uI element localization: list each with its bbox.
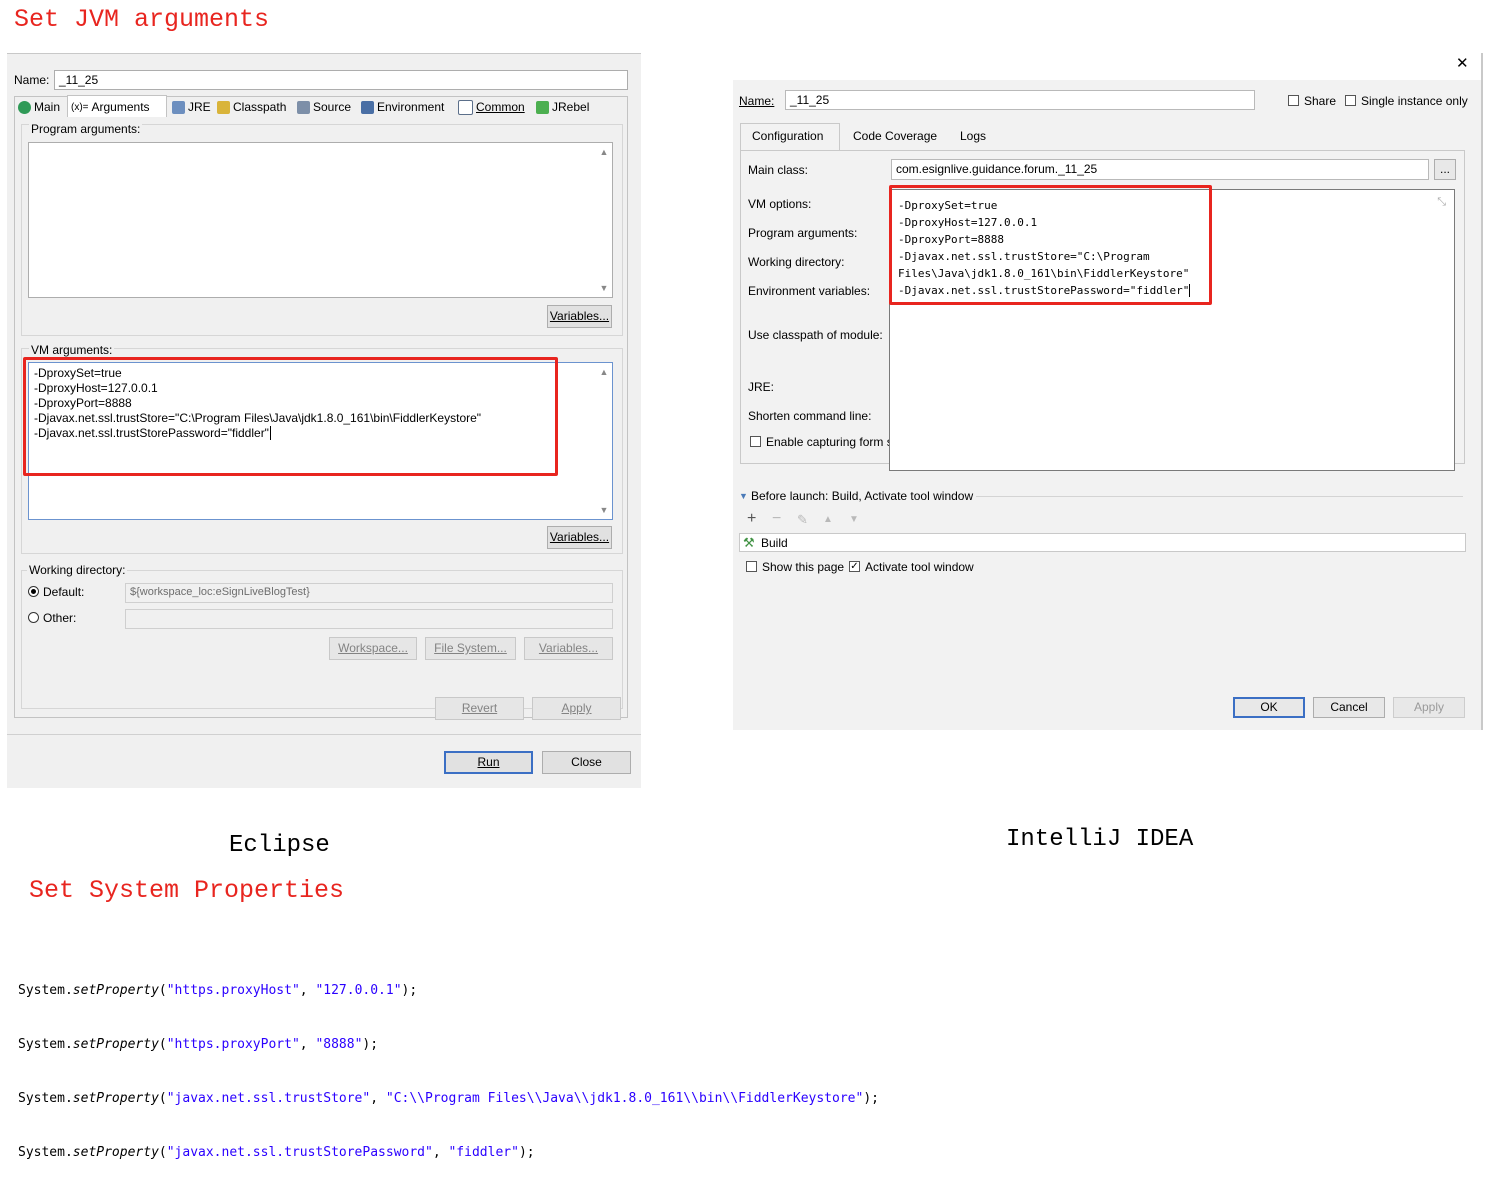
common-tab-icon [458,99,473,115]
code-line: System.setProperty("https.proxyHost", "1… [18,983,418,998]
tab-configuration[interactable]: Configuration [752,129,823,143]
intellij-caption: IntelliJ IDEA [1006,826,1194,853]
move-down-icon[interactable]: ▼ [849,514,859,525]
close-button[interactable]: Close [542,751,631,774]
working-dir-variables-button[interactable]: Variables... [524,637,613,660]
idea-name-label: Name: [739,94,775,108]
radio-dot [31,589,36,594]
expand-triangle-icon[interactable]: ▼ [739,491,748,501]
code-line: System.setProperty("javax.net.ssl.trustS… [18,1145,535,1160]
arguments-tab-icon: (x)= [71,101,89,113]
show-page-label: Show this page [762,560,845,574]
vm-options-label: VM options: [748,197,812,211]
default-working-dir-input: ${workspace_loc:eSignLiveBlogTest} [125,583,613,603]
file-system-button[interactable]: File System... [425,637,516,660]
main-tab-icon [18,100,31,114]
apply-button[interactable]: Apply [1393,697,1465,718]
tab-jre[interactable]: JRE [172,97,211,117]
eclipse-name-input[interactable]: _11_25 [54,70,628,90]
env-vars-label: Environment variables: [748,284,871,298]
default-radio-label: Default: [43,585,85,599]
code-snippet: System.setProperty("https.proxyHost", "1… [18,946,879,1180]
program-args-variables-button[interactable]: Variables... [547,305,612,328]
idea-name-input[interactable]: _11_25 [785,90,1255,110]
working-dir-label: Working directory: [748,255,845,269]
vm-args-variables-button[interactable]: Variables... [547,526,612,549]
eclipse-run-config-dialog: Name: _11_25 Main (x)= Arguments JRE Clas… [7,53,641,788]
other-radio[interactable] [28,612,39,623]
main-class-input[interactable]: com.esignlive.guidance.forum._11_25 [891,159,1429,180]
close-icon[interactable]: ✕ [1456,54,1469,72]
tab-source[interactable]: Source [297,97,351,117]
before-launch-list[interactable]: ⚒ Build [739,533,1466,552]
tab-classpath[interactable]: Classpath [217,97,286,117]
before-launch-label: Before launch: Build, Activate tool wind… [751,489,974,503]
enable-capturing-checkbox[interactable] [750,436,761,447]
dialog-border [1481,53,1483,730]
single-instance-label: Single instance only [1361,94,1468,108]
intellij-title-bar [733,53,1483,80]
other-working-dir-input[interactable] [125,609,613,629]
environment-tab-icon [361,100,374,114]
program-args-textarea[interactable]: ▲ ▼ [28,142,613,298]
ok-button[interactable]: OK [1233,697,1305,718]
vm-args-highlight-box [23,357,558,476]
jrebel-tab-icon [536,100,549,114]
main-class-browse-button[interactable]: ... [1434,159,1456,180]
code-line: System.setProperty("https.proxyPort", "8… [18,1037,379,1052]
scroll-up-icon[interactable]: ▲ [599,367,609,377]
show-page-checkbox[interactable] [746,561,757,572]
vm-args-label: VM arguments: [29,343,115,357]
classpath-tab-icon [217,100,230,114]
activate-tool-window-label: Activate tool window [865,560,974,574]
tab-code-coverage[interactable]: Code Coverage [853,129,937,143]
scroll-down-icon[interactable]: ▼ [599,283,609,293]
divider [976,496,1463,497]
eclipse-caption: Eclipse [229,832,330,859]
classpath-module-label: Use classpath of module: [748,328,883,342]
enable-capturing-label: Enable capturing form s [766,435,893,449]
move-up-icon[interactable]: ▲ [823,514,833,525]
scroll-up-icon[interactable]: ▲ [599,147,609,157]
tab-jrebel[interactable]: JRebel [536,97,589,117]
jre-tab-icon [172,100,185,114]
add-icon[interactable]: + [747,510,756,528]
hammer-icon: ⚒ [743,535,755,550]
edit-icon[interactable]: ✎ [797,512,808,528]
jre-label: JRE: [748,380,775,394]
apply-button[interactable]: Apply [532,697,621,720]
intellij-run-config-dialog: ✕ Name: _11_25 Share Single instance onl… [733,53,1483,730]
default-radio[interactable] [28,586,39,597]
revert-button[interactable]: Revert [435,697,524,720]
remove-icon[interactable]: − [772,510,781,528]
program-args-label: Program arguments: [29,122,143,136]
set-system-properties-heading: Set System Properties [29,876,345,905]
code-line: System.setProperty("javax.net.ssl.trustS… [18,1091,879,1106]
tab-arguments[interactable]: (x)= Arguments [71,97,150,117]
set-jvm-heading: Set JVM arguments [14,5,270,34]
cancel-button[interactable]: Cancel [1313,697,1385,718]
scroll-down-icon[interactable]: ▼ [599,505,609,515]
vm-options-highlight-box [889,185,1212,305]
shorten-command-line-label: Shorten command line: [748,409,872,423]
workspace-button[interactable]: Workspace... [329,637,417,660]
tab-environment[interactable]: Environment [361,97,444,117]
tab-logs[interactable]: Logs [960,129,986,143]
working-dir-label: Working directory: [27,563,128,577]
source-tab-icon [297,100,310,114]
program-args-label: Program arguments: [748,226,858,240]
collapse-icon[interactable]: ⤡ [1437,196,1446,209]
build-task-label: Build [761,536,788,550]
eclipse-name-label: Name: [14,73,50,87]
share-checkbox[interactable] [1288,95,1299,106]
single-instance-checkbox[interactable] [1345,95,1356,106]
main-class-label: Main class: [748,163,809,177]
tab-main[interactable]: Main [18,97,60,117]
run-button[interactable]: Run [444,751,533,774]
other-radio-label: Other: [43,611,77,625]
share-label: Share [1304,94,1337,108]
tab-common[interactable]: Common [458,97,525,117]
divider [7,734,641,735]
activate-tool-window-checkbox[interactable]: ✓ [849,561,860,572]
